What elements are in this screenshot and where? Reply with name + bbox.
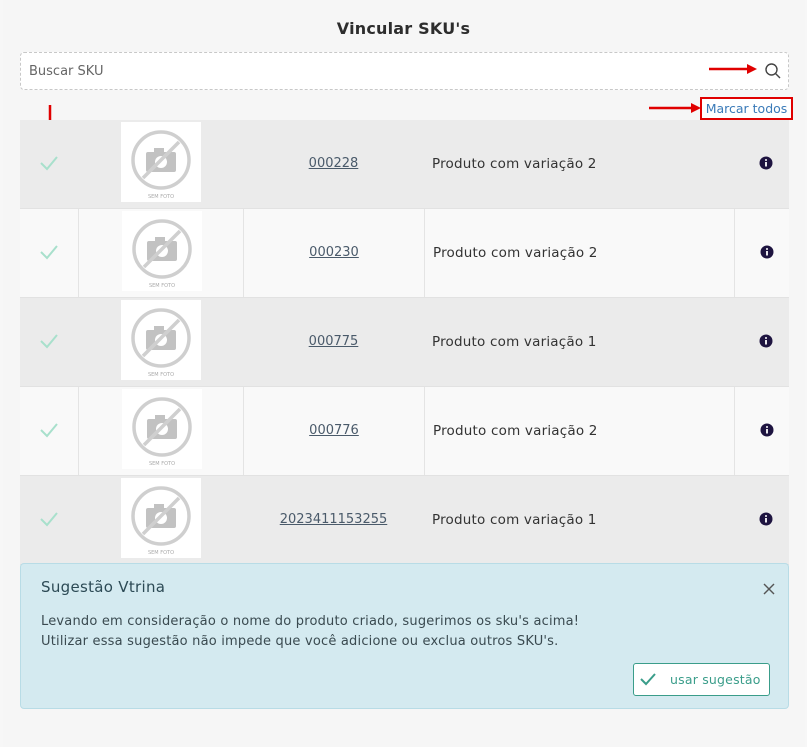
no-photo-caption: SEM FOTO xyxy=(149,283,175,289)
table-row: SEM FOTO 000776 Produto com variação 2 xyxy=(20,387,789,476)
annotation-arrow xyxy=(709,64,757,74)
check-icon[interactable] xyxy=(39,511,59,527)
no-photo-caption: SEM FOTO xyxy=(149,461,175,467)
suggestion-text-line1: Levando em consideração o nome do produt… xyxy=(41,614,580,629)
check-icon xyxy=(640,673,656,686)
no-photo-icon: SEM FOTO xyxy=(121,478,201,558)
no-photo-icon: SEM FOTO xyxy=(122,211,202,291)
table-row: SEM FOTO 2023411153255 Produto com varia… xyxy=(20,476,789,565)
info-icon[interactable] xyxy=(759,334,773,348)
product-name: Produto com variação 1 xyxy=(432,334,597,350)
product-name: Produto com variação 2 xyxy=(433,423,598,439)
sku-link[interactable]: 000776 xyxy=(244,423,424,438)
sku-table: SEM FOTO 000228 Produto com variação 2 S… xyxy=(20,120,789,565)
info-icon[interactable] xyxy=(759,512,773,526)
info-icon[interactable] xyxy=(760,245,774,259)
no-photo-caption: SEM FOTO xyxy=(148,550,174,556)
close-icon[interactable] xyxy=(762,582,776,596)
no-photo-icon: SEM FOTO xyxy=(121,122,201,202)
sku-link[interactable]: 000775 xyxy=(243,334,424,349)
check-icon[interactable] xyxy=(39,422,59,438)
search-box[interactable] xyxy=(20,52,789,90)
use-suggestion-button[interactable]: usar sugestão xyxy=(633,663,770,696)
suggestion-title: Sugestão Vtrina xyxy=(41,578,166,596)
table-row: SEM FOTO 000228 Produto com variação 2 xyxy=(20,120,789,209)
sku-link[interactable]: 000228 xyxy=(243,156,424,171)
info-icon[interactable] xyxy=(760,423,774,437)
no-photo-icon: SEM FOTO xyxy=(122,389,202,469)
sku-link[interactable]: 2023411153255 xyxy=(243,512,424,527)
info-icon[interactable] xyxy=(759,156,773,170)
product-name: Produto com variação 1 xyxy=(432,512,597,528)
use-suggestion-label: usar sugestão xyxy=(670,672,761,687)
suggestion-panel: Sugestão Vtrina Levando em consideração … xyxy=(20,563,789,709)
check-icon[interactable] xyxy=(39,155,59,171)
table-row: SEM FOTO 000230 Produto com variação 2 xyxy=(20,209,789,298)
search-icon[interactable] xyxy=(764,62,782,80)
table-row: SEM FOTO 000775 Produto com variação 1 xyxy=(20,298,789,387)
search-input[interactable] xyxy=(21,53,751,89)
sku-link[interactable]: 000230 xyxy=(244,245,424,260)
product-name: Produto com variação 2 xyxy=(432,156,597,172)
suggestion-text-line2: Utilizar essa sugestão não impede que vo… xyxy=(41,634,559,649)
check-icon[interactable] xyxy=(39,333,59,349)
annotation-arrow xyxy=(649,103,701,113)
page-title: Vincular SKU's xyxy=(336,19,471,38)
no-photo-icon: SEM FOTO xyxy=(121,300,201,380)
check-icon[interactable] xyxy=(39,244,59,260)
no-photo-caption: SEM FOTO xyxy=(148,194,174,200)
no-photo-caption: SEM FOTO xyxy=(148,372,174,378)
product-name: Produto com variação 2 xyxy=(433,245,598,261)
mark-all-link[interactable]: Marcar todos xyxy=(700,97,793,120)
